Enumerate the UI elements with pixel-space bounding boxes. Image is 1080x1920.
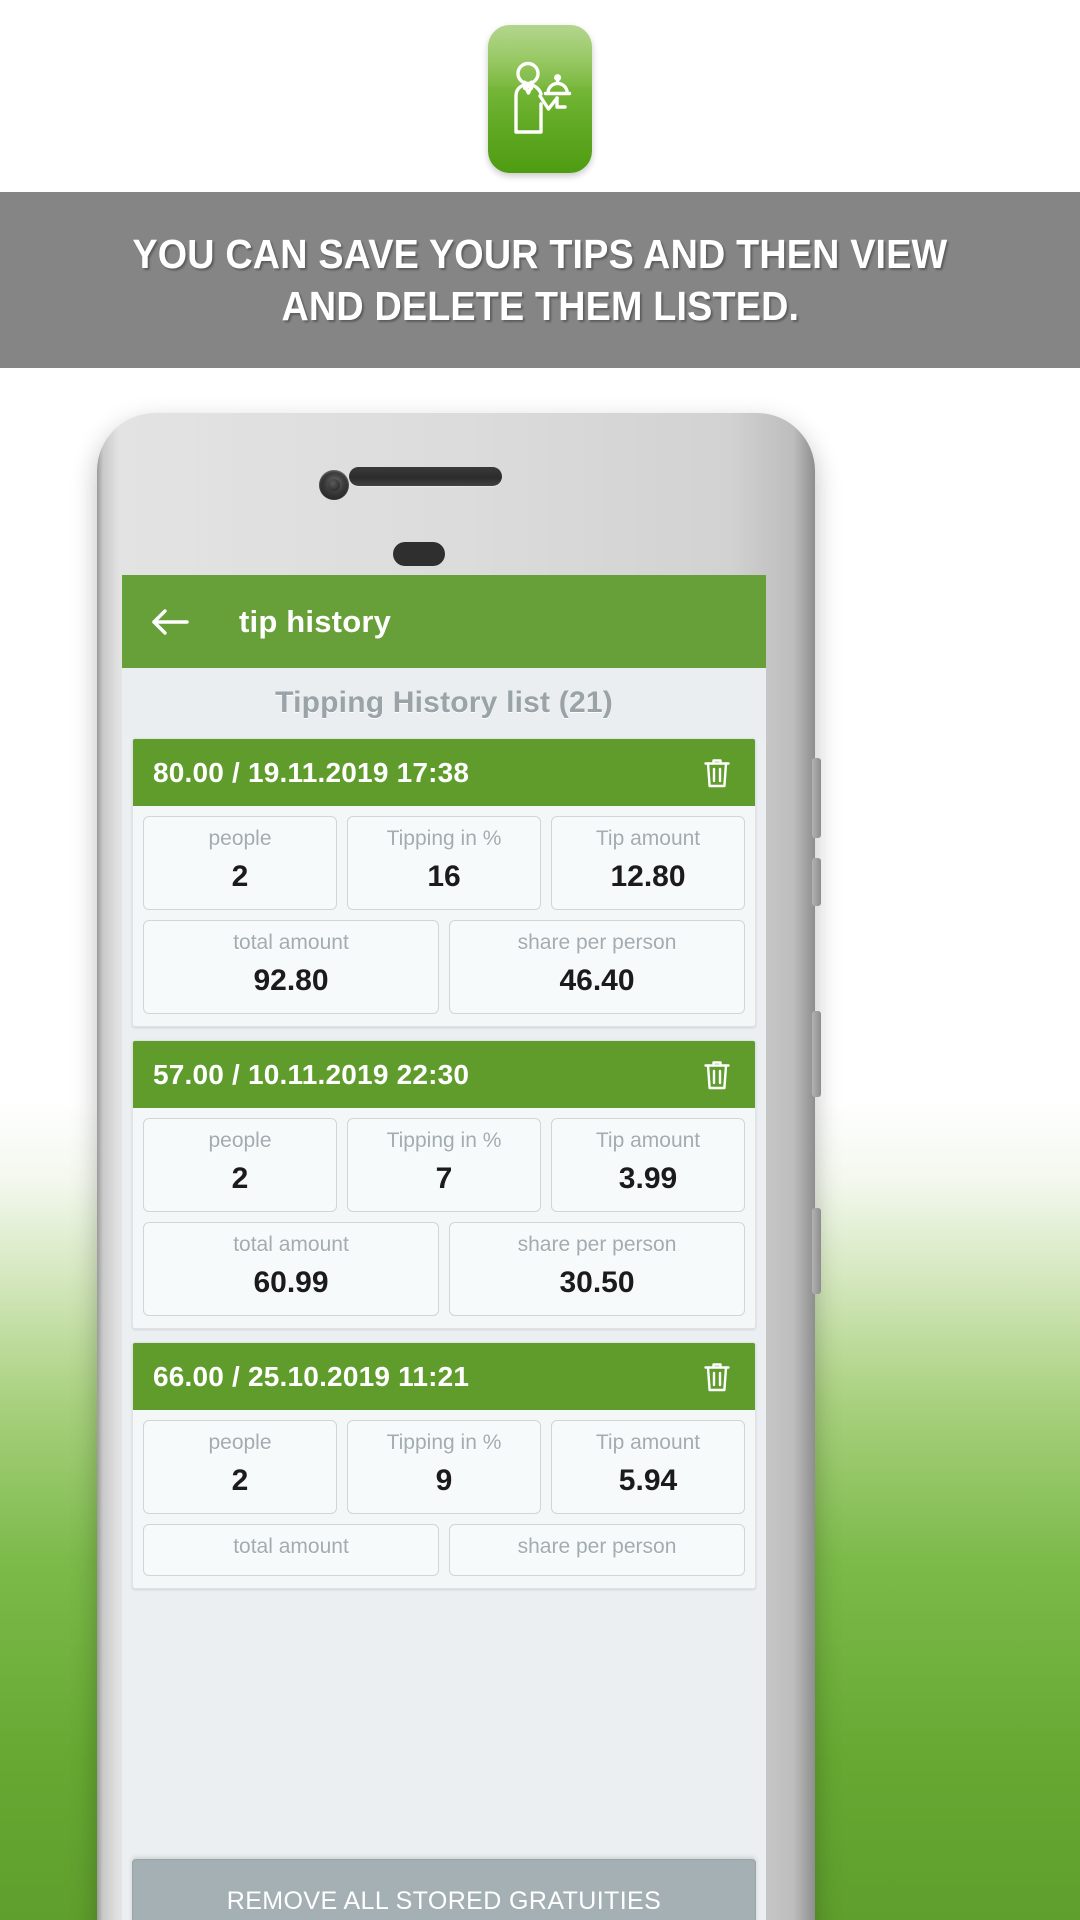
history-card[interactable]: 80.00 / 19.11.2019 17:38 people 2 Tippin… (132, 738, 756, 1027)
app-screen: tip history Tipping History list (21) 80… (122, 575, 766, 1920)
history-list-subtitle: Tipping History list (21) (122, 668, 766, 738)
history-card-body: people 2 Tipping in % 7 Tip amount 3.99 (133, 1108, 755, 1328)
field-tipping-percent: Tipping in % 7 (347, 1118, 541, 1212)
field-people-label: people (208, 1129, 272, 1152)
field-share-per-person: share per person (449, 1524, 745, 1576)
field-share-per-person: share per person 46.40 (449, 920, 745, 1014)
field-tip-amount: Tip amount 12.80 (551, 816, 745, 910)
field-share-per-person-label: share per person (517, 1233, 677, 1256)
front-camera-icon (319, 470, 349, 500)
field-people: people 2 (143, 1420, 337, 1514)
field-people-value: 2 (231, 1464, 249, 1497)
history-card-body: people 2 Tipping in % 16 Tip amount 12.8… (133, 806, 755, 1026)
field-tipping-percent: Tipping in % 9 (347, 1420, 541, 1514)
field-share-per-person-label: share per person (517, 1535, 677, 1558)
phone-side-button (812, 1208, 821, 1294)
caption-line-1: YOU CAN SAVE YOUR TIPS AND THEN VIEW (132, 231, 948, 277)
history-card-header: 66.00 / 25.10.2019 11:21 (133, 1343, 755, 1410)
field-tipping-percent: Tipping in % 16 (347, 816, 541, 910)
history-card-row-2: total amount share per person (143, 1524, 745, 1576)
trash-icon[interactable] (697, 1355, 737, 1399)
field-tip-amount: Tip amount 5.94 (551, 1420, 745, 1514)
proximity-sensor (393, 542, 445, 566)
field-total-amount: total amount 60.99 (143, 1222, 439, 1316)
field-total-amount: total amount 92.80 (143, 920, 439, 1014)
field-tipping-percent-value: 7 (435, 1162, 453, 1195)
history-card-title: 66.00 / 25.10.2019 11:21 (153, 1360, 470, 1392)
field-tipping-percent-label: Tipping in % (386, 1431, 502, 1454)
field-tip-amount-value: 5.94 (618, 1464, 678, 1497)
field-total-amount-label: total amount (233, 1535, 349, 1558)
field-total-amount-value: 60.99 (253, 1266, 329, 1299)
app-icon-container (0, 25, 1080, 185)
field-tip-amount-label: Tip amount (595, 1431, 701, 1454)
trash-icon[interactable] (697, 751, 737, 795)
remove-all-gratuities-button[interactable]: REMOVE ALL STORED GRATUITIES (132, 1859, 756, 1920)
field-tipping-percent-label: Tipping in % (386, 827, 502, 850)
field-total-amount: total amount (143, 1524, 439, 1576)
history-card-list[interactable]: 80.00 / 19.11.2019 17:38 people 2 Tippin… (122, 738, 766, 1589)
earpiece-speaker (349, 467, 502, 486)
remove-all-gratuities-label: REMOVE ALL STORED GRATUITIES (226, 1886, 662, 1915)
field-total-amount-label: total amount (233, 931, 349, 954)
history-card[interactable]: 66.00 / 25.10.2019 11:21 people 2 Tippin… (132, 1342, 756, 1589)
phone-mockup: tip history Tipping History list (21) 80… (97, 413, 821, 1920)
phone-side-button (812, 758, 821, 838)
history-card[interactable]: 57.00 / 10.11.2019 22:30 people 2 Tippin… (132, 1040, 756, 1329)
field-share-per-person: share per person 30.50 (449, 1222, 745, 1316)
history-list-subtitle-text: Tipping History list (21) (275, 686, 613, 719)
field-people-value: 2 (231, 1162, 249, 1195)
field-share-per-person-label: share per person (517, 931, 677, 954)
field-people-label: people (208, 827, 272, 850)
field-tipping-percent-value: 16 (427, 860, 461, 893)
history-card-row-2: total amount 60.99 share per person 30.5… (143, 1222, 745, 1316)
field-tip-amount-label: Tip amount (595, 827, 701, 850)
trash-icon[interactable] (697, 1053, 737, 1097)
field-tip-amount-value: 12.80 (610, 860, 686, 893)
page-title: tip history (239, 603, 392, 639)
field-tip-amount-label: Tip amount (595, 1129, 701, 1152)
field-tipping-percent-label: Tipping in % (386, 1129, 502, 1152)
field-people-label: people (208, 1431, 272, 1454)
history-card-title: 80.00 / 19.11.2019 17:38 (153, 756, 470, 788)
field-share-per-person-value: 46.40 (559, 964, 635, 997)
back-arrow-icon[interactable] (148, 600, 192, 644)
field-tip-amount-value: 3.99 (618, 1162, 678, 1195)
phone-side-button (812, 858, 821, 906)
waiter-tray-app-icon (488, 25, 592, 173)
field-tip-amount: Tip amount 3.99 (551, 1118, 745, 1212)
field-total-amount-value: 92.80 (253, 964, 329, 997)
caption-line-2: AND DELETE THEM LISTED. (281, 283, 799, 329)
phone-side-button (812, 1011, 821, 1097)
field-total-amount-label: total amount (233, 1233, 349, 1256)
history-card-header: 57.00 / 10.11.2019 22:30 (133, 1041, 755, 1108)
field-people-value: 2 (231, 860, 249, 893)
field-share-per-person-value: 30.50 (559, 1266, 635, 1299)
app-toolbar: tip history (122, 575, 766, 668)
field-people: people 2 (143, 1118, 337, 1212)
history-card-row-2: total amount 92.80 share per person 46.4… (143, 920, 745, 1014)
history-card-body: people 2 Tipping in % 9 Tip amount 5.94 (133, 1410, 755, 1588)
promo-caption-banner: YOU CAN SAVE YOUR TIPS AND THEN VIEW AND… (0, 192, 1080, 368)
history-card-header: 80.00 / 19.11.2019 17:38 (133, 739, 755, 806)
history-card-row-1: people 2 Tipping in % 9 Tip amount 5.94 (143, 1420, 745, 1514)
history-card-row-1: people 2 Tipping in % 16 Tip amount 12.8… (143, 816, 745, 910)
field-tipping-percent-value: 9 (435, 1464, 453, 1497)
history-card-row-1: people 2 Tipping in % 7 Tip amount 3.99 (143, 1118, 745, 1212)
history-card-title: 57.00 / 10.11.2019 22:30 (153, 1058, 470, 1090)
field-people: people 2 (143, 816, 337, 910)
